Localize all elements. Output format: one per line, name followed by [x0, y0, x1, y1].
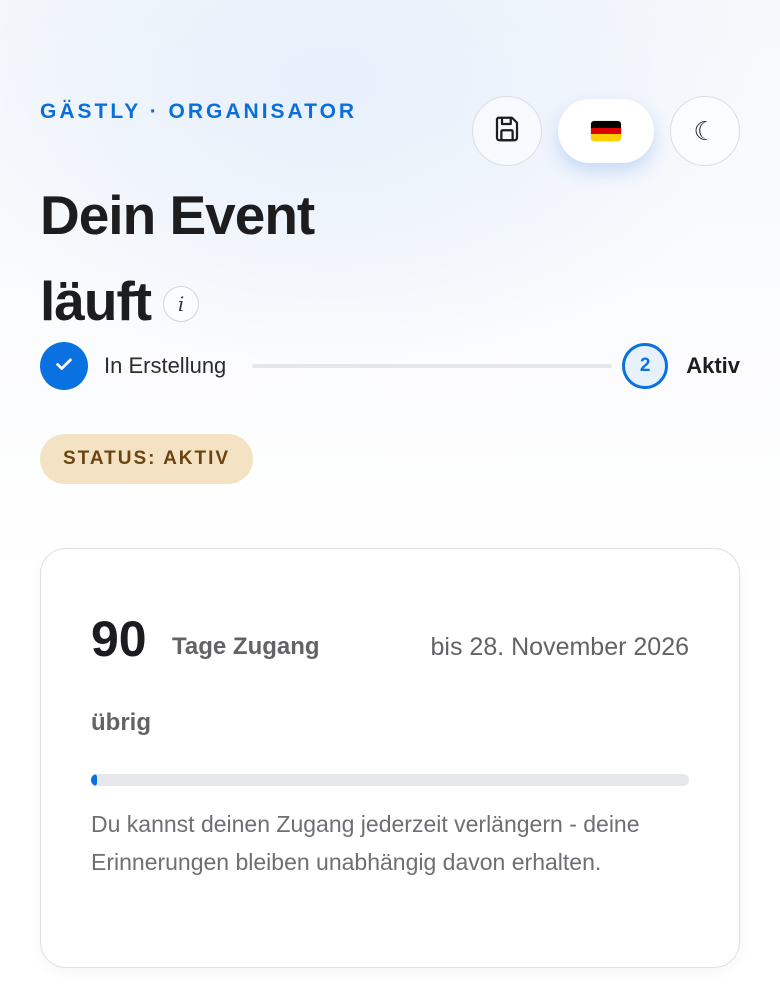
- language-button[interactable]: [558, 99, 654, 163]
- checkmark-icon: [53, 353, 75, 380]
- access-until-date: bis 28. November 2026: [430, 633, 689, 661]
- status-stepper: In Erstellung 2 Aktiv: [40, 342, 740, 390]
- access-hint-text: Du kannst deinen Zugang jederzeit verlän…: [91, 811, 640, 875]
- step-connector: [252, 364, 613, 368]
- access-card: 90 Tage Zugang bis 28. November 2026 übr…: [40, 548, 740, 968]
- step-label-active: Aktiv: [686, 353, 740, 378]
- germany-flag-icon: [591, 121, 621, 141]
- brand-label: GÄSTLY · ORGANISATOR: [40, 100, 358, 123]
- step-label-in-creation: In Erstellung: [104, 353, 227, 378]
- access-progress-fill: [91, 774, 97, 786]
- status-badge: STATUS: AKTIV: [40, 434, 254, 484]
- days-remaining-label: Tage Zugang: [172, 633, 320, 660]
- moon-icon: ☾: [693, 116, 717, 146]
- access-progress-bar: [91, 774, 689, 786]
- title-text-1: Dein Event: [40, 184, 315, 246]
- save-button[interactable]: [472, 96, 542, 166]
- theme-toggle-button[interactable]: ☾: [670, 96, 740, 166]
- header-toolbar: ☾: [472, 96, 740, 166]
- title-line-2: läuft i: [40, 258, 314, 344]
- title-line-1: Dein Event: [40, 172, 315, 258]
- save-icon: [492, 114, 522, 149]
- days-remaining-number: 90: [91, 611, 147, 667]
- days-remaining-suffix: übrig: [91, 709, 151, 736]
- page-title: Dein Event läuft i: [40, 172, 315, 344]
- step-current-indicator: 2: [622, 343, 669, 389]
- info-icon[interactable]: i: [163, 286, 200, 322]
- step-done-indicator: [40, 342, 88, 390]
- title-text-2: läuft: [40, 270, 152, 332]
